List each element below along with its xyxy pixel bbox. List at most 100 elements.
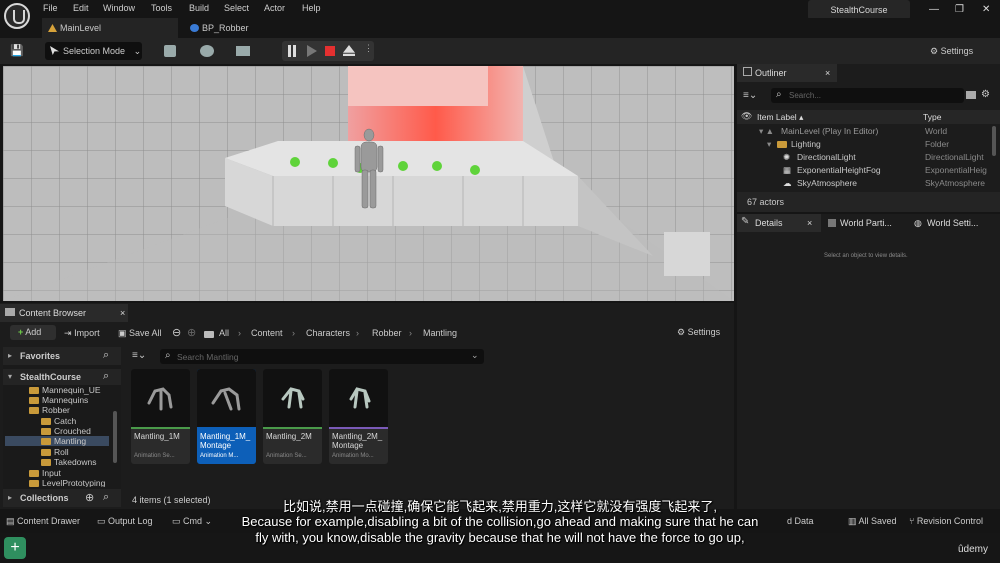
forward-icon[interactable]: ⊕: [187, 326, 196, 339]
selection-mode-dropdown[interactable]: Selection Mode ⌄: [45, 42, 142, 60]
cinematics-icon[interactable]: [236, 46, 250, 56]
breadcrumb-all[interactable]: All: [219, 328, 229, 338]
visibility-icon[interactable]: 👁: [741, 111, 752, 122]
tab-details[interactable]: Details ×: [737, 214, 821, 232]
outliner-panel: Outliner × ≡⌄ ⌕ Search... ⚙ 👁 Item Label…: [737, 64, 1000, 212]
outliner-row[interactable]: ▾ ▲ MainLevel (Play In Editor) World: [737, 125, 992, 138]
outliner-row[interactable]: ▾ Lighting Folder: [737, 138, 992, 151]
pause-icon[interactable]: [288, 45, 291, 57]
tab-world-partition[interactable]: World Parti...: [825, 214, 907, 232]
tree-item[interactable]: Crouched: [41, 426, 91, 436]
unreal-logo-icon[interactable]: [4, 3, 30, 29]
level-viewport[interactable]: [3, 66, 734, 301]
sky-icon: ☁: [783, 178, 792, 188]
outliner-footer: 67 actors: [737, 192, 1000, 212]
eject-icon[interactable]: [343, 45, 355, 56]
menu-window[interactable]: Window: [103, 3, 135, 13]
import-button[interactable]: ⇥ Import: [64, 328, 100, 339]
animation-thumbnail-icon: [211, 387, 241, 411]
animation-thumbnail-icon: [349, 387, 371, 409]
menu-select[interactable]: Select: [224, 3, 249, 13]
breadcrumb-mantling[interactable]: Mantling: [423, 328, 457, 338]
filter-icon[interactable]: ≡⌄: [743, 90, 757, 101]
tab-content-browser[interactable]: Content Browser ×: [0, 304, 128, 322]
breadcrumb-content[interactable]: Content: [251, 328, 283, 338]
menu-file[interactable]: File: [43, 3, 58, 13]
tree-item[interactable]: Mannequins: [29, 395, 88, 405]
tree-item[interactable]: LevelPrototyping: [29, 478, 105, 487]
outliner-row[interactable]: ✺ DirectionalLight DirectionalLight: [737, 151, 992, 164]
tree-scrollbar[interactable]: [113, 411, 117, 463]
close-window-icon[interactable]: ✕: [982, 4, 990, 15]
add-button[interactable]: + Add: [10, 325, 56, 340]
stop-icon[interactable]: [325, 46, 335, 56]
cb-settings-button[interactable]: ⚙ Settings: [677, 327, 720, 338]
add-folder-icon[interactable]: [966, 91, 976, 99]
project-header[interactable]: ▾ StealthCourse ⌕: [3, 369, 121, 385]
menu-actor[interactable]: Actor: [264, 3, 285, 13]
close-icon[interactable]: ×: [120, 304, 125, 322]
outliner-scrollbar[interactable]: [992, 126, 996, 156]
favorites-header[interactable]: ▸ Favorites ⌕: [3, 347, 121, 365]
globe-icon: ◍: [914, 218, 922, 228]
minimize-icon[interactable]: —: [929, 4, 939, 15]
folder-icon: [204, 329, 217, 339]
maximize-icon[interactable]: ❐: [955, 4, 964, 15]
tab-outliner[interactable]: Outliner ×: [737, 64, 837, 82]
asset-name: Mantling_2M_: [332, 432, 383, 441]
tree-label: Input: [42, 468, 61, 478]
more-options-icon[interactable]: ⋮: [364, 43, 373, 54]
chevron-right-icon: ›: [356, 328, 359, 338]
tab-bp-robber[interactable]: BP_Robber: [184, 18, 284, 38]
settings-button[interactable]: ⚙ Settings: [930, 42, 973, 60]
chevron-right-icon: ›: [292, 328, 295, 338]
filter-icon[interactable]: ≡⌄: [132, 350, 146, 361]
breadcrumb-robber[interactable]: Robber: [372, 328, 402, 338]
blueprint-menu-icon[interactable]: [200, 45, 214, 57]
world-partition-label: World Parti...: [840, 218, 892, 228]
tab-mainlevel[interactable]: MainLevel: [42, 18, 178, 38]
sources-panel: ▸ Favorites ⌕ ▾ StealthCourse ⌕ Mannequi…: [3, 347, 121, 507]
asset-tile[interactable]: Mantling_2M Animation Se...: [263, 369, 322, 464]
asset-type: Animation Se...: [266, 453, 307, 459]
asset-tile[interactable]: Mantling_1M Animation Se...: [131, 369, 190, 464]
save-icon[interactable]: 💾: [10, 42, 24, 60]
back-icon[interactable]: ⊖: [172, 326, 181, 339]
search-icon[interactable]: ⌕: [103, 349, 109, 362]
asset-search-input[interactable]: ⌕ Search Mantling ⌄: [160, 349, 484, 364]
save-all-button[interactable]: ▣ Save All: [118, 328, 162, 339]
step-icon[interactable]: [307, 45, 317, 57]
add-label: Add: [25, 327, 42, 337]
column-item-label[interactable]: Item Label ▴: [757, 112, 803, 123]
outliner-row[interactable]: ▦ ExponentialHeightFog ExponentialHeig: [737, 164, 992, 177]
asset-name: Mantling_2M: [266, 432, 312, 441]
add-actor-icon[interactable]: [164, 45, 176, 57]
search-icon[interactable]: ⌕: [103, 370, 109, 383]
row-name: DirectionalLight: [797, 152, 856, 162]
menu-tools[interactable]: Tools: [151, 3, 172, 13]
settings-icon[interactable]: ⚙: [981, 89, 990, 100]
column-type[interactable]: Type: [923, 112, 941, 122]
tab-world-settings[interactable]: ◍ World Setti...: [911, 214, 997, 232]
tree-item[interactable]: Catch: [41, 416, 76, 426]
breadcrumb-characters[interactable]: Characters: [306, 328, 350, 338]
outliner-search-input[interactable]: ⌕ Search...: [771, 88, 964, 103]
menu-edit[interactable]: Edit: [73, 3, 89, 13]
asset-tile[interactable]: Mantling_2M_ Montage Animation Mo...: [329, 369, 388, 464]
tree-item[interactable]: Robber: [29, 405, 70, 415]
tree-item[interactable]: Roll: [41, 447, 69, 457]
outliner-row[interactable]: ☁ SkyAtmosphere SkyAtmosphere: [737, 177, 992, 190]
asset-type: Animation Mo...: [332, 453, 374, 459]
tree-arrow-icon: ▾ ▲: [759, 126, 775, 136]
tree-label: Catch: [54, 416, 77, 426]
details-title: Details: [755, 218, 783, 228]
menu-help[interactable]: Help: [302, 3, 321, 13]
tree-item[interactable]: Input: [29, 468, 61, 478]
asset-tile-selected[interactable]: Mantling_1M_ Montage Animation M...: [197, 369, 256, 464]
tree-item[interactable]: Mannequin_UE: [29, 385, 101, 395]
tree-item[interactable]: Takedowns: [41, 457, 97, 467]
close-icon[interactable]: ×: [807, 214, 812, 232]
menu-build[interactable]: Build: [189, 3, 209, 13]
close-icon[interactable]: ×: [825, 64, 830, 82]
tree-item-selected[interactable]: Mantling: [5, 436, 109, 446]
